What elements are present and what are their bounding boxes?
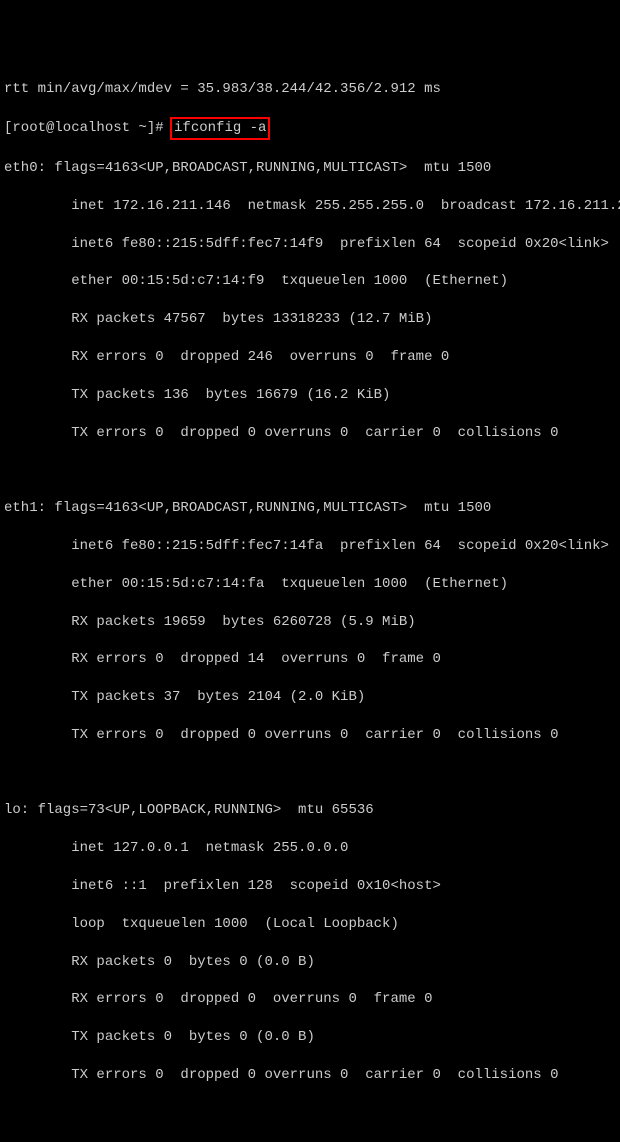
lo-loop: loop txqueuelen 1000 (Local Loopback) (4, 915, 616, 934)
lo-inet6: inet6 ::1 prefixlen 128 scopeid 0x10<hos… (4, 877, 616, 896)
eth0-tx-packets: TX packets 136 bytes 16679 (16.2 KiB) (4, 386, 616, 405)
lo-inet: inet 127.0.0.1 netmask 255.0.0.0 (4, 839, 616, 858)
eth0-flags: eth0: flags=4163<UP,BROADCAST,RUNNING,MU… (4, 159, 616, 178)
ppp0-flags: ppp0: flags=4305<UP,POINTOPOINT,RUNNING,… (4, 1141, 616, 1142)
eth0-ether: ether 00:15:5d:c7:14:f9 txqueuelen 1000 … (4, 272, 616, 291)
eth1-tx-errors: TX errors 0 dropped 0 overruns 0 carrier… (4, 726, 616, 745)
eth0-tx-errors: TX errors 0 dropped 0 overruns 0 carrier… (4, 424, 616, 443)
eth1-flags: eth1: flags=4163<UP,BROADCAST,RUNNING,MU… (4, 499, 616, 518)
lo-flags: lo: flags=73<UP,LOOPBACK,RUNNING> mtu 65… (4, 801, 616, 820)
eth0-inet6: inet6 fe80::215:5dff:fec7:14f9 prefixlen… (4, 235, 616, 254)
lo-tx-packets: TX packets 0 bytes 0 (0.0 B) (4, 1028, 616, 1047)
eth1-inet6: inet6 fe80::215:5dff:fec7:14fa prefixlen… (4, 537, 616, 556)
rtt-summary-line: rtt min/avg/max/mdev = 35.983/38.244/42.… (4, 80, 616, 99)
eth0-inet: inet 172.16.211.146 netmask 255.255.255.… (4, 197, 616, 216)
eth1-rx-packets: RX packets 19659 bytes 6260728 (5.9 MiB) (4, 613, 616, 632)
eth0-rx-packets: RX packets 47567 bytes 13318233 (12.7 Mi… (4, 310, 616, 329)
blank-line (4, 1104, 616, 1123)
blank-line (4, 764, 616, 783)
prompt-line: [root@localhost ~]# ifconfig -a (4, 117, 616, 140)
eth0-rx-errors: RX errors 0 dropped 246 overruns 0 frame… (4, 348, 616, 367)
blank-line (4, 461, 616, 480)
lo-tx-errors: TX errors 0 dropped 0 overruns 0 carrier… (4, 1066, 616, 1085)
eth1-rx-errors: RX errors 0 dropped 14 overruns 0 frame … (4, 650, 616, 669)
command-highlight: ifconfig -a (170, 117, 270, 140)
lo-rx-packets: RX packets 0 bytes 0 (0.0 B) (4, 953, 616, 972)
shell-prompt: [root@localhost ~]# (4, 120, 172, 136)
lo-rx-errors: RX errors 0 dropped 0 overruns 0 frame 0 (4, 990, 616, 1009)
eth1-ether: ether 00:15:5d:c7:14:fa txqueuelen 1000 … (4, 575, 616, 594)
eth1-tx-packets: TX packets 37 bytes 2104 (2.0 KiB) (4, 688, 616, 707)
